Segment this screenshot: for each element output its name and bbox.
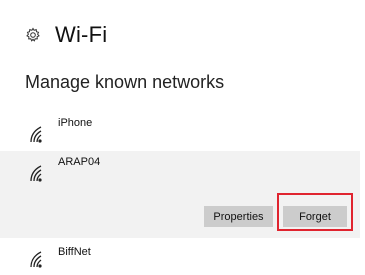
properties-button[interactable]: Properties (204, 206, 273, 227)
wifi-icon (28, 123, 50, 145)
wifi-icon (28, 248, 50, 270)
network-name: iPhone (58, 117, 93, 129)
network-name: ARAP04 (58, 156, 101, 168)
network-name: BiffNet (58, 246, 91, 258)
section-title: Manage known networks (25, 72, 225, 92)
page-title: Wi-Fi (55, 22, 108, 47)
network-item-iphone[interactable]: iPhone (0, 112, 365, 148)
wifi-icon (28, 162, 50, 184)
page-header: Wi-Fi (25, 22, 107, 48)
forget-button[interactable]: Forget (283, 206, 347, 227)
network-item-arap04[interactable]: ARAP04 Properties Forget (0, 151, 360, 238)
gear-icon (25, 27, 41, 43)
network-item-biffnet[interactable]: BiffNet (0, 240, 365, 269)
